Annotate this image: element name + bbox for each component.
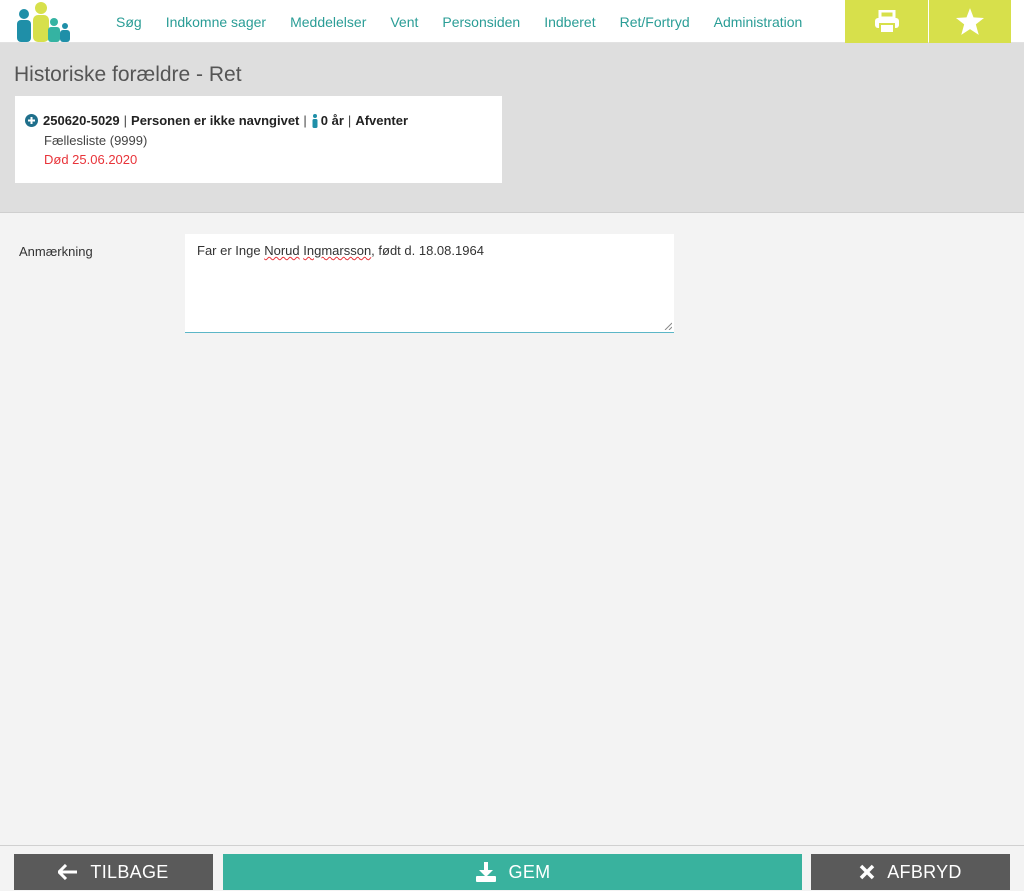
nav-item-soeg[interactable]: Søg <box>116 14 142 30</box>
remark-misspelled-word: Norud <box>264 243 300 258</box>
logo-icon[interactable] <box>14 2 72 42</box>
separator: | <box>303 113 307 128</box>
star-icon <box>956 8 984 35</box>
print-icon <box>874 9 899 34</box>
remark-text-part: Far er Inge <box>197 243 265 258</box>
footer-action-bar: TILBAGE GEM AFBRYD <box>0 845 1024 891</box>
plus-circle-icon[interactable] <box>25 114 38 127</box>
main-nav: Søg Indkomne sager Meddelelser Vent Pers… <box>104 0 814 43</box>
close-icon <box>860 864 875 880</box>
nav-item-personsiden[interactable]: Personsiden <box>442 14 520 30</box>
top-navigation-bar: Søg Indkomne sager Meddelelser Vent Pers… <box>0 0 1024 43</box>
separator: | <box>347 113 352 128</box>
person-icon <box>312 113 318 128</box>
page-title: Historiske forældre - Ret <box>14 63 242 86</box>
print-button[interactable] <box>845 0 928 43</box>
nav-item-administration[interactable]: Administration <box>714 14 803 30</box>
favorite-button[interactable] <box>929 0 1011 43</box>
remark-textarea[interactable]: Far er Inge Norud Ingmarsson, født d. 18… <box>185 234 674 333</box>
person-cpr[interactable]: 250620-5029 <box>43 113 120 128</box>
download-icon <box>475 862 496 882</box>
arrow-left-icon <box>58 864 78 880</box>
save-button-label: GEM <box>508 861 551 882</box>
page-header: Historiske forældre - Ret 250620-5029 | … <box>0 43 1024 213</box>
cancel-button[interactable]: AFBRYD <box>811 854 1010 890</box>
remark-text-part: , født d. 18.08.1964 <box>371 243 484 258</box>
resize-handle-icon[interactable] <box>664 322 672 330</box>
nav-item-ret-fortryd[interactable]: Ret/Fortryd <box>620 14 690 30</box>
save-button[interactable]: GEM <box>223 854 802 890</box>
person-age: 0 år <box>320 113 344 128</box>
nav-item-vent[interactable]: Vent <box>390 14 418 30</box>
person-summary: 250620-5029 | Personen er ikke navngivet… <box>25 113 408 128</box>
person-list: Fællesliste (9999) <box>44 133 148 148</box>
person-status: Afventer <box>355 113 409 128</box>
person-name: Personen er ikke navngivet <box>131 113 300 128</box>
person-death-date: Død 25.06.2020 <box>44 152 138 167</box>
remark-misspelled-word: Ingmarsson <box>303 243 372 258</box>
cancel-button-label: AFBRYD <box>887 861 962 882</box>
nav-item-indkomne-sager[interactable]: Indkomne sager <box>166 14 266 30</box>
person-card: 250620-5029 | Personen er ikke navngivet… <box>15 96 502 183</box>
back-button[interactable]: TILBAGE <box>14 854 213 890</box>
separator: | <box>123 113 128 128</box>
remark-label: Anmærkning <box>19 244 93 259</box>
nav-item-meddelelser[interactable]: Meddelelser <box>290 14 366 30</box>
nav-item-indberet[interactable]: Indberet <box>544 14 595 30</box>
back-button-label: TILBAGE <box>90 861 169 882</box>
